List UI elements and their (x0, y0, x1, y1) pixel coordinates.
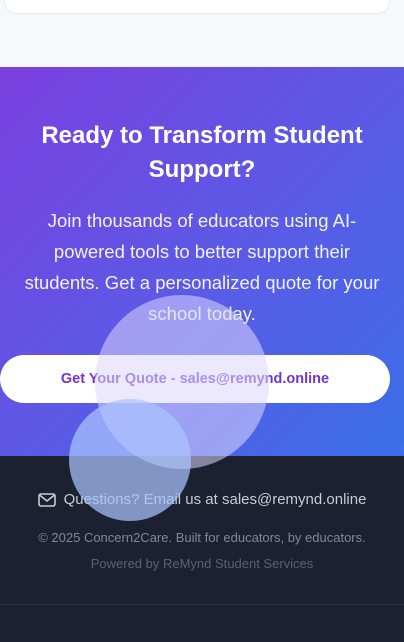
footer-powered-by: Powered by ReMynd Student Services (90, 556, 314, 571)
previous-section (0, 0, 404, 67)
mail-icon (37, 492, 56, 507)
previous-section-card (4, 0, 390, 14)
site-footer: Questions? Email us at sales@remynd.onli… (0, 456, 404, 604)
cta-description: Join thousands of educators using AI-pow… (24, 210, 380, 324)
bottom-bar (0, 605, 404, 642)
footer-copyright: © 2025 Concern2Care. Built for educators… (38, 530, 366, 545)
cta-section: Ready to Transform Student Support? Join… (0, 67, 404, 456)
footer-contact[interactable]: Questions? Email us at sales@remynd.onli… (0, 491, 404, 508)
cta-heading: Ready to Transform Student Support? (41, 122, 363, 183)
get-quote-button[interactable]: Get Your Quote - sales@remynd.online (0, 355, 390, 403)
footer-contact-text: Questions? Email us at sales@remynd.onli… (63, 491, 367, 508)
